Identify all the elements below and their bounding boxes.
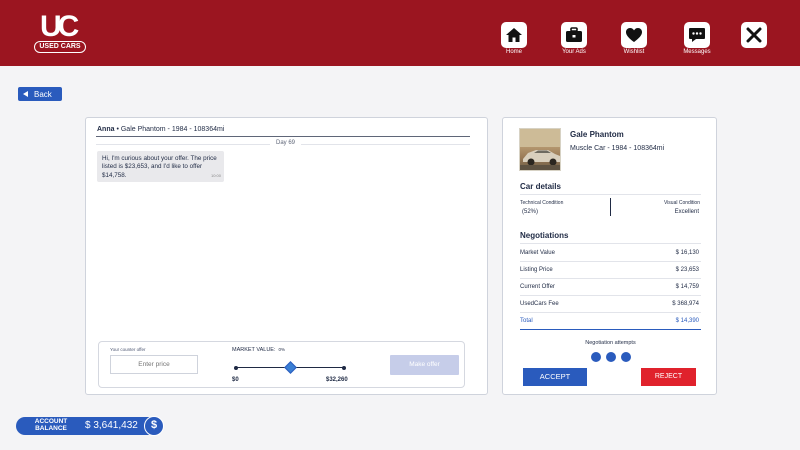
market-value-pct: 0%: [278, 347, 286, 352]
technical-condition-value: (52%): [522, 209, 539, 215]
row-key: UsedCars Fee: [520, 301, 559, 307]
chat-title: Anna • Gale Phantom - 1984 - 108364mi: [97, 126, 224, 133]
account-balance-label: ACCOUNT BALANCE: [28, 418, 74, 432]
negotiations-divider: [520, 243, 701, 244]
car-name: Gale Phantom: [570, 130, 624, 139]
account-balance: ACCOUNT BALANCE $ 3,641,432 $: [16, 416, 164, 436]
nav-wishlist-label: Wishlist: [623, 49, 645, 55]
logo-letters: UC: [40, 10, 79, 43]
nav-your-ads-label: Your Ads: [562, 49, 586, 55]
title-separator: •: [116, 126, 119, 133]
technical-condition-label: Technical Condition: [520, 200, 564, 206]
nav-your-ads-button[interactable]: [561, 22, 587, 48]
app-header: UC USED CARS Home Your Ads Wishlist Mess…: [0, 0, 800, 66]
nav-home-button[interactable]: [501, 22, 527, 48]
market-value-label: MARKET VALUE: 0%: [232, 347, 285, 353]
row-current-offer: Current Offer $ 14,759: [520, 280, 701, 296]
nav-home-label: Home: [505, 49, 522, 55]
row-value: $ 16,130: [675, 250, 699, 256]
counter-offer-box: Your counter offer MARKET VALUE:0% $0 $3…: [98, 341, 465, 388]
car-subtitle: Muscle Car - 1984 - 108364mi: [570, 145, 665, 152]
message-bubble: Hi, I'm curious about your offer. The pr…: [97, 151, 224, 182]
chat-panel: Anna • Gale Phantom - 1984 - 108364mi Da…: [85, 117, 488, 395]
day-label: Day 69: [270, 140, 302, 146]
price-input[interactable]: [110, 355, 198, 374]
price-slider[interactable]: [233, 361, 347, 374]
slider-max-dot: [342, 365, 346, 370]
logo-text: USED CARS: [34, 41, 86, 53]
heart-icon: [626, 28, 642, 42]
row-value: $ 14,390: [675, 318, 699, 324]
attempt-dot: [590, 352, 601, 362]
chat-listing: Gale Phantom - 1984 - 108364mi: [120, 126, 225, 133]
car-image-icon: [520, 129, 560, 170]
negotiation-attempts-label: Negotiation attempts: [585, 340, 636, 346]
row-key: Total: [520, 318, 533, 324]
row-key: Market Value: [520, 250, 555, 256]
row-total: Total $ 14,390: [520, 314, 701, 330]
slider-thumb[interactable]: [283, 361, 297, 374]
row-value: $ 23,653: [675, 267, 699, 273]
row-market-value: Market Value $ 16,130: [520, 246, 701, 262]
buyer-name: Anna: [97, 126, 115, 133]
make-offer-button[interactable]: Make offer: [390, 355, 459, 375]
row-listing-price: Listing Price $ 23,653: [520, 263, 701, 279]
attempt-dot: [605, 352, 616, 362]
car-details-title: Car details: [520, 182, 561, 191]
message-text: Hi, I'm curious about your offer. The pr…: [102, 155, 217, 179]
market-value-title: MARKET VALUE:: [232, 347, 276, 353]
row-key: Listing Price: [520, 267, 553, 273]
balance-label-line2: BALANCE: [35, 424, 67, 432]
accept-button[interactable]: ACCEPT: [523, 368, 587, 386]
home-icon: [506, 28, 522, 42]
nav-wishlist-button[interactable]: [621, 22, 647, 48]
row-key: Current Offer: [520, 284, 555, 290]
back-arrow-icon: [23, 91, 28, 97]
chat-title-divider: [96, 136, 470, 137]
car-photo: [519, 128, 561, 171]
chat-icon: [689, 28, 705, 42]
row-value: $ 14,759: [675, 284, 699, 290]
car-info-panel: Gale Phantom Muscle Car - 1984 - 108364m…: [502, 117, 717, 395]
close-icon: [746, 27, 762, 43]
message-time: 10:00: [210, 172, 221, 178]
close-button[interactable]: [741, 22, 767, 48]
visual-condition-label: Visual Condition: [663, 200, 700, 206]
back-label: Back: [34, 89, 52, 99]
nav-messages-label: Messages: [683, 49, 711, 55]
slider-min-dot: [234, 365, 238, 370]
visual-condition-value: Excellent: [674, 209, 699, 215]
back-button[interactable]: Back: [18, 87, 62, 101]
attempt-dot: [620, 352, 631, 362]
car-details-divider: [520, 194, 701, 195]
nav-messages-button[interactable]: [684, 22, 710, 48]
slider-min-label: $0: [232, 377, 239, 383]
negotiations-title: Negotiations: [520, 231, 569, 240]
counter-offer-label: Your counter offer: [110, 347, 146, 352]
briefcase-icon: [566, 27, 582, 42]
row-value: $ 368,974: [672, 301, 699, 307]
used-cars-logo[interactable]: UC USED CARS: [34, 12, 88, 54]
account-balance-value: $ 3,641,432: [85, 420, 138, 431]
dollar-icon: $: [144, 416, 164, 436]
reject-button[interactable]: REJECT: [641, 368, 696, 386]
condition-separator: [610, 198, 611, 216]
row-usedcars-fee: UsedCars Fee $ 368,974: [520, 297, 701, 313]
slider-max-label: $32,260: [326, 377, 348, 383]
